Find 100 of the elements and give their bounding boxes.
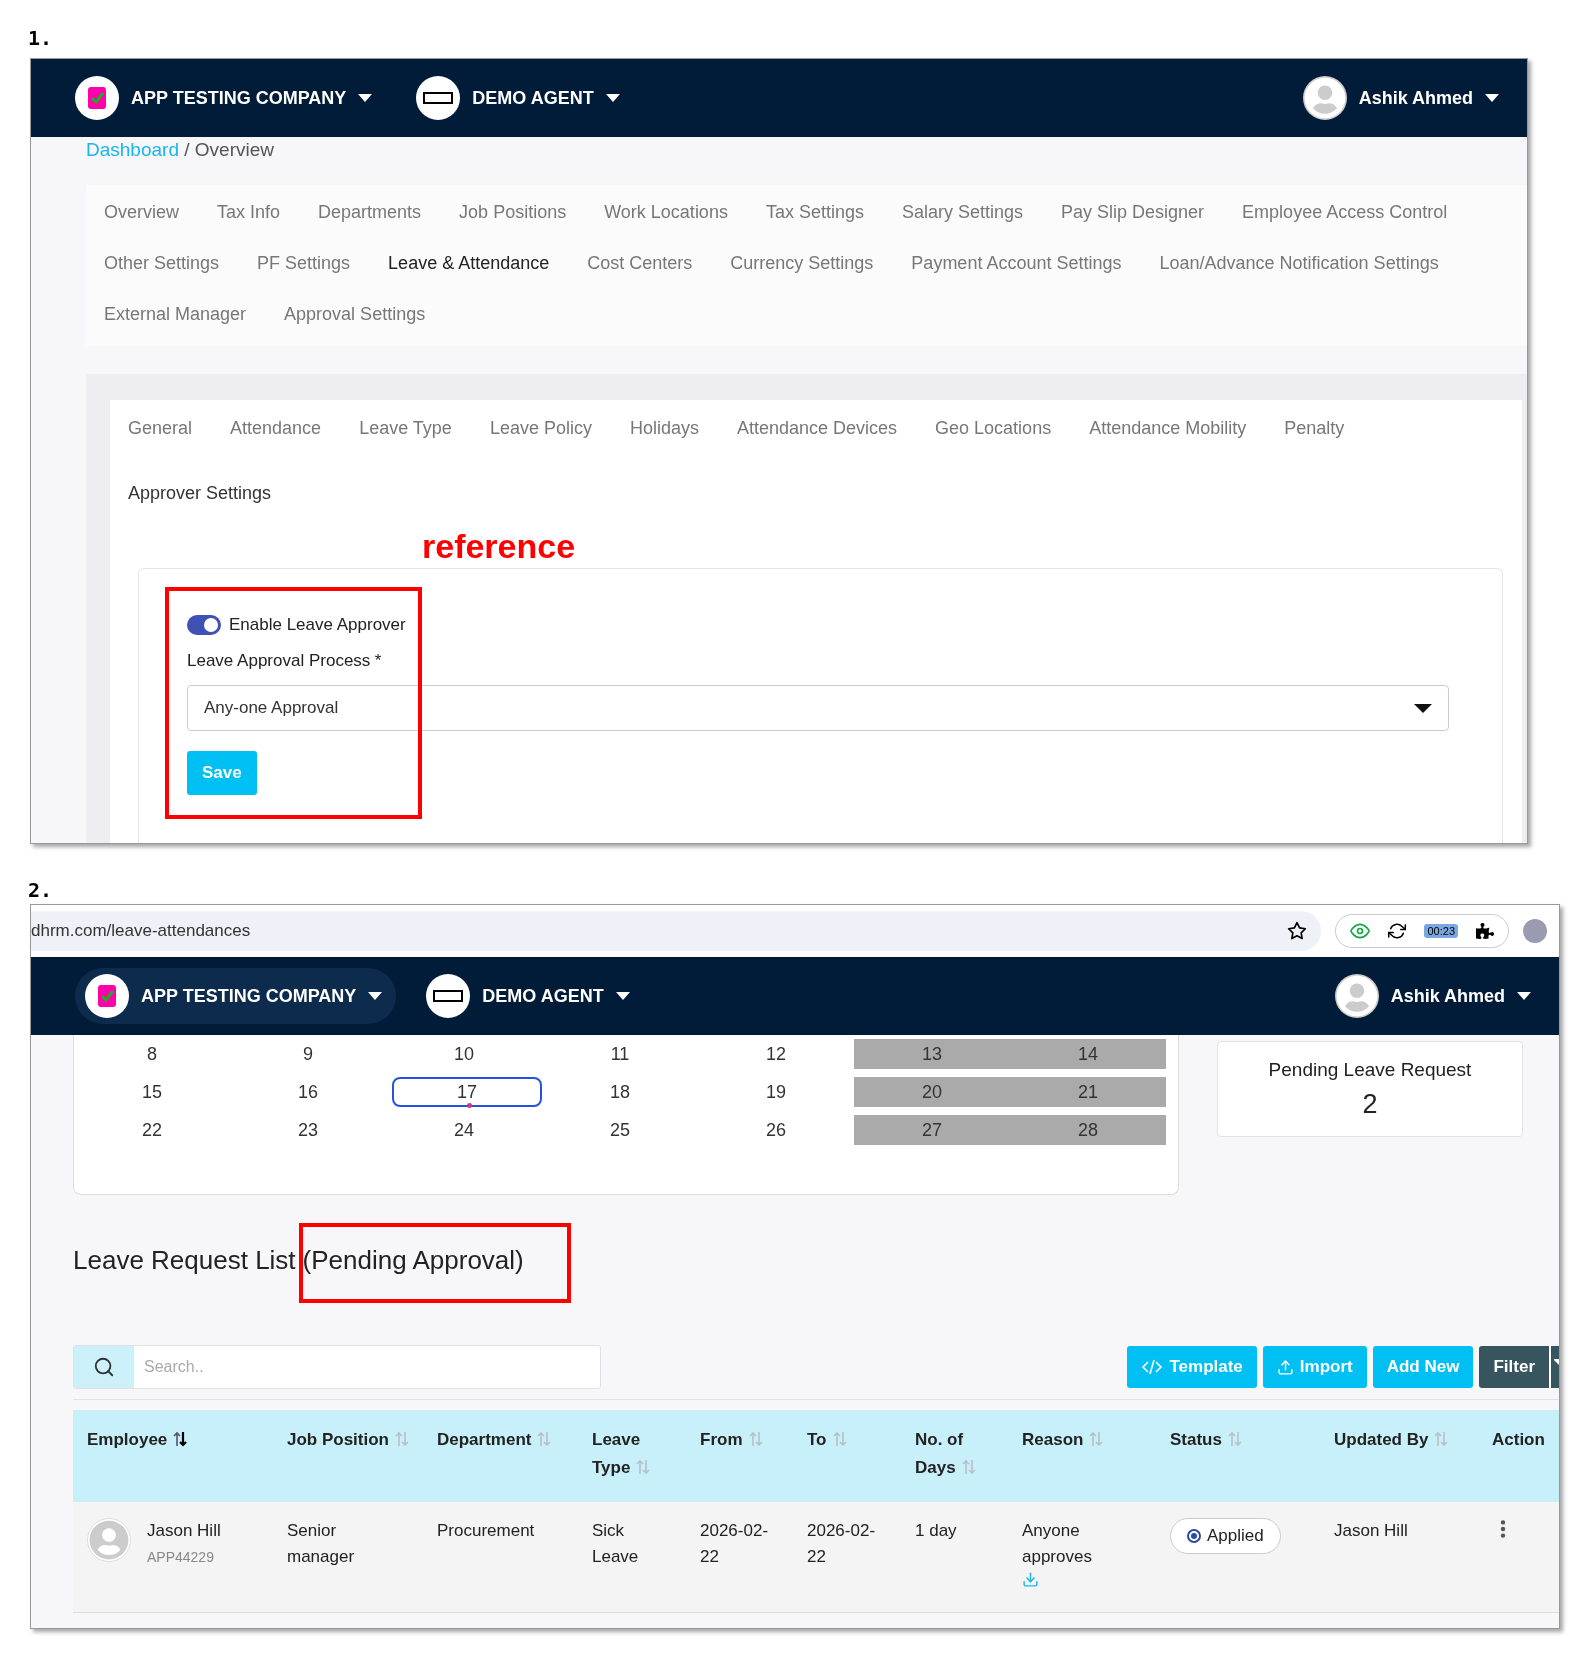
settings-tab[interactable]: Loan/Advance Notification Settings <box>1159 238 1439 289</box>
column-header[interactable]: Department <box>423 1410 578 1502</box>
avatar-icon <box>87 1518 131 1562</box>
company-switcher[interactable]: APP TESTING COMPANY <box>75 968 397 1024</box>
upload-icon <box>1276 1358 1294 1376</box>
reason-text: Anyone approves <box>1022 1520 1093 1568</box>
agent-switcher[interactable]: DEMO AGENT <box>426 968 644 1024</box>
sub-tab[interactable]: General <box>128 404 193 453</box>
star-icon[interactable] <box>1287 921 1308 941</box>
toggle-label: Enable Leave Approver <box>229 615 406 635</box>
user-menu[interactable]: Ashik Ahmed <box>1302 70 1513 126</box>
calendar-day[interactable]: 16 <box>230 1077 386 1107</box>
pending-title: Pending Leave Request <box>1268 1058 1472 1081</box>
search-field[interactable]: Search.. <box>134 1346 600 1388</box>
breadcrumb-separator: / <box>184 139 190 160</box>
column-header[interactable]: Leave Type <box>578 1410 686 1502</box>
avatar-icon <box>1302 76 1347 120</box>
recycle-icon[interactable] <box>1388 922 1407 940</box>
search-bar[interactable]: Search.. <box>73 1345 601 1389</box>
settings-tab[interactable]: Job Positions <box>459 187 567 238</box>
calendar-day[interactable]: 14 <box>1010 1039 1166 1069</box>
column-header[interactable]: To <box>793 1410 901 1502</box>
company-switcher[interactable]: APP TESTING COMPANY <box>75 70 387 126</box>
pending-count: 2 <box>1362 1088 1378 1120</box>
settings-tab[interactable]: Currency Settings <box>730 238 874 289</box>
field-label: Leave Approval Process <box>187 651 371 670</box>
caret-icon <box>605 94 620 102</box>
sub-tab[interactable]: Attendance <box>230 404 322 453</box>
calendar-day[interactable]: 19 <box>698 1077 854 1107</box>
sub-tab[interactable]: Attendance Mobility <box>1089 404 1247 453</box>
approval-process-select[interactable]: Any-one Approval <box>187 685 1449 731</box>
sub-tab[interactable]: Approver Settings <box>128 469 272 518</box>
calendar-day[interactable]: 24 <box>386 1115 542 1145</box>
column-header[interactable]: Job Position <box>273 1410 423 1502</box>
sub-tab[interactable]: Penalty <box>1284 404 1345 453</box>
settings-tab[interactable]: Tax Settings <box>765 187 864 238</box>
calendar-day[interactable]: 23 <box>230 1115 386 1145</box>
radio-icon <box>1187 1529 1201 1543</box>
settings-tab[interactable]: Tax Info <box>217 187 281 238</box>
calendar-day[interactable]: 11 <box>542 1039 698 1069</box>
demo-logo-icon <box>416 76 461 120</box>
calendar-day[interactable]: 15 <box>74 1077 230 1107</box>
calendar-day[interactable]: 17 <box>392 1077 542 1107</box>
settings-tab[interactable]: External Manager <box>104 289 247 340</box>
column-header[interactable]: Reason <box>1008 1410 1156 1502</box>
puzzle-icon[interactable] <box>1476 922 1494 940</box>
column-header[interactable]: Updated By <box>1320 1410 1478 1502</box>
settings-tab[interactable]: Employee Access Control <box>1242 187 1448 238</box>
demo-logo-icon <box>426 974 471 1018</box>
table-cell: 2026-02-22 <box>686 1502 793 1613</box>
dropdown-caret-icon <box>1414 703 1432 713</box>
column-header[interactable]: From <box>686 1410 793 1502</box>
sort-icon[interactable] <box>173 1431 188 1447</box>
calendar-day[interactable]: 25 <box>542 1115 698 1145</box>
settings-tab[interactable]: Overview <box>104 187 179 238</box>
calendar-day[interactable]: 21 <box>1010 1077 1166 1107</box>
calendar-day[interactable]: 26 <box>698 1115 854 1145</box>
download-icon[interactable] <box>1022 1571 1039 1588</box>
table-cell: 1 day <box>901 1502 1008 1613</box>
timer-badge[interactable]: 00:23 <box>1424 924 1458 938</box>
calendar-day[interactable]: 12 <box>698 1039 854 1069</box>
required-mark: * <box>374 651 382 670</box>
calendar-day[interactable]: 13 <box>854 1039 1010 1069</box>
sub-tab[interactable]: Geo Locations <box>935 404 1052 453</box>
calendar-day[interactable]: 18 <box>542 1077 698 1107</box>
settings-tab[interactable]: Other Settings <box>104 238 220 289</box>
settings-tab[interactable]: Work Locations <box>604 187 728 238</box>
calendar-day[interactable]: 28 <box>1010 1115 1166 1145</box>
calendar-day[interactable]: 10 <box>386 1039 542 1069</box>
calendar-day[interactable]: 20 <box>854 1077 1010 1107</box>
calendar-day[interactable]: 9 <box>230 1039 386 1069</box>
table-cell: Sick Leave <box>578 1502 686 1613</box>
eye-icon[interactable] <box>1350 921 1371 941</box>
settings-tab[interactable]: Pay Slip Designer <box>1061 187 1205 238</box>
toggle-switch[interactable] <box>187 615 221 635</box>
calendar-day[interactable]: 27 <box>854 1115 1010 1145</box>
column-header[interactable]: No. of Days <box>901 1410 1008 1502</box>
agent-switcher[interactable]: DEMO AGENT <box>416 70 634 126</box>
calendar-day[interactable]: 22 <box>74 1115 230 1145</box>
address-bar[interactable]: dhrm.com/leave-attendances <box>31 911 1322 951</box>
settings-tab[interactable]: Cost Centers <box>587 238 693 289</box>
settings-tab[interactable]: Departments <box>318 187 422 238</box>
company-logo-icon <box>85 974 129 1018</box>
calendar-day[interactable]: 8 <box>74 1039 230 1069</box>
sub-tab[interactable]: Attendance Devices <box>736 404 898 453</box>
settings-tab[interactable]: Salary Settings <box>901 187 1024 238</box>
settings-tab[interactable]: Payment Account Settings <box>911 238 1122 289</box>
settings-tab[interactable]: Approval Settings <box>284 289 426 340</box>
caret-icon <box>615 992 630 1000</box>
filter-button[interactable]: Filter <box>1479 1346 1559 1388</box>
sub-tab[interactable]: Leave Type <box>359 404 452 453</box>
settings-tab[interactable]: PF Settings <box>257 238 351 289</box>
sub-tab[interactable]: Holidays <box>629 404 699 453</box>
settings-tab[interactable]: Leave & Attendance <box>388 238 550 289</box>
user-menu[interactable]: Ashik Ahmed <box>1334 968 1545 1024</box>
column-header[interactable]: Employee <box>73 1410 273 1502</box>
sub-tab[interactable]: Leave Policy <box>489 404 592 453</box>
column-header[interactable]: Status <box>1156 1410 1320 1502</box>
profile-avatar[interactable] <box>1523 919 1547 943</box>
annotation-text: reference <box>422 527 576 566</box>
